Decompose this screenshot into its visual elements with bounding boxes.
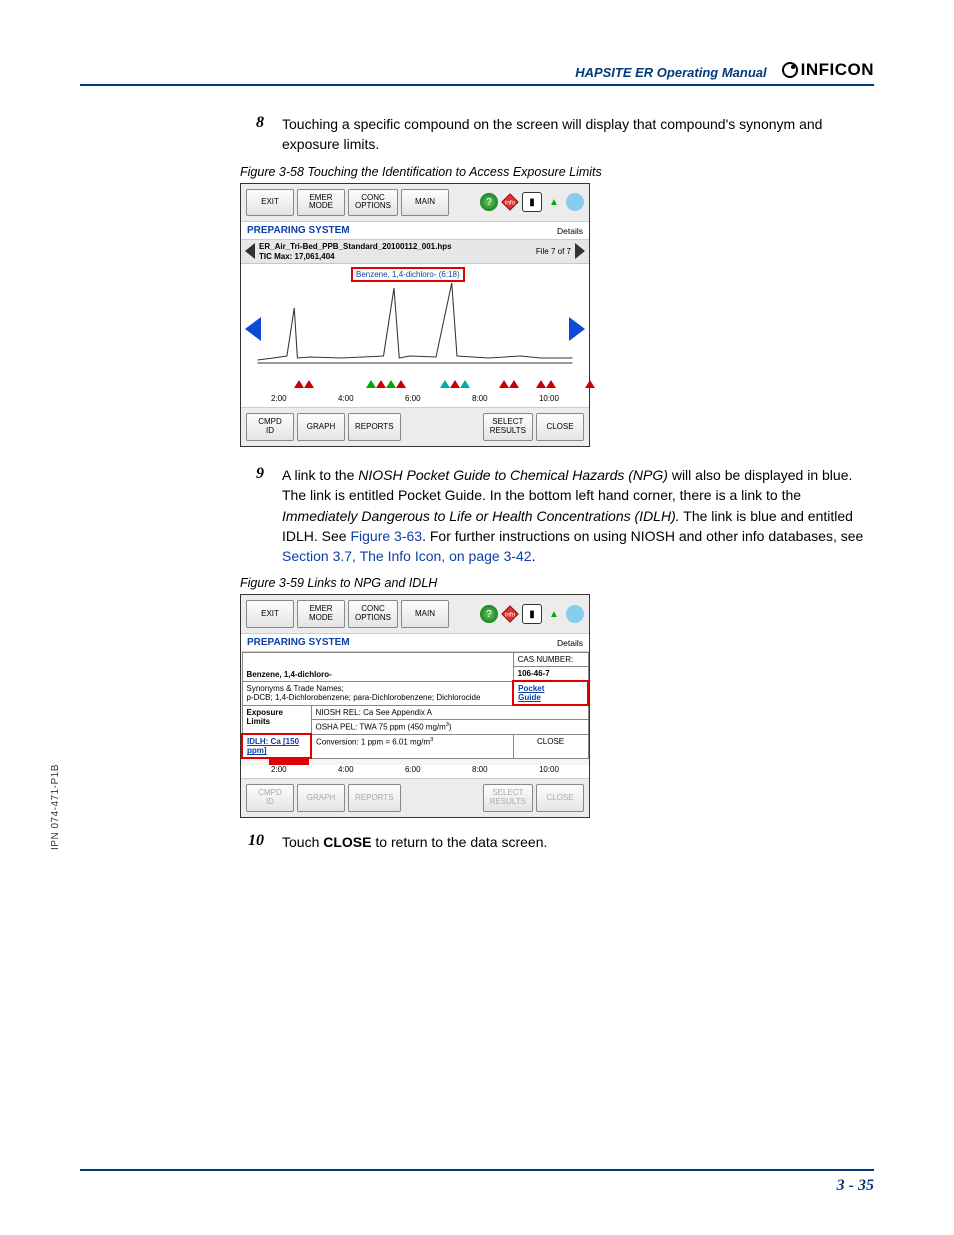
osha-pel: OSHA PEL: TWA 75 ppm (450 mg/m3) [311,720,588,735]
manual-title: HAPSITE ER Operating Manual [575,65,766,80]
status-text: PREPARING SYSTEM [247,637,350,648]
scroll-right-icon[interactable] [569,317,585,341]
conc-options-button[interactable]: CONC OPTIONS [348,600,398,628]
figure-58-ui: EXIT EMER MODE CONC OPTIONS MAIN ? info … [240,183,590,447]
pocket-guide-link[interactable]: Pocket Guide [513,681,588,705]
main-button[interactable]: MAIN [401,600,449,628]
help-icon[interactable]: ? [480,605,498,623]
select-results-button[interactable]: SELECT RESULTS [483,413,533,441]
toolbar: EXIT EMER MODE CONC OPTIONS MAIN ? info … [241,595,589,633]
battery-icon: ▮ [522,192,542,212]
tick: 10:00 [539,765,559,774]
conc-options-button[interactable]: CONC OPTIONS [348,189,398,217]
step-number: 10 [240,832,264,852]
svg-text:info: info [505,612,516,619]
exit-button[interactable]: EXIT [246,600,294,628]
chart-line [247,268,583,368]
x-axis: 2:00 4:00 6:00 8:00 10:00 [241,394,589,407]
exit-button[interactable]: EXIT [246,189,294,217]
figure-link[interactable]: Figure 3-63 [350,528,422,544]
chromatogram[interactable]: Benzene, 1,4-dichloro- (6:18) [241,264,589,394]
step-text: A link to the NIOSH Pocket Guide to Chem… [282,465,874,566]
tree-icon[interactable]: ▲ [545,605,563,623]
figure-59-ui: EXIT EMER MODE CONC OPTIONS MAIN ? info … [240,594,590,817]
toolbar: EXIT EMER MODE CONC OPTIONS MAIN ? info … [241,184,589,222]
tick: 8:00 [472,765,488,774]
conversion: Conversion: 1 ppm = 6.01 mg/m3 [311,734,513,758]
exposure-limits-label: Exposure Limits [242,705,311,734]
tick: 6:00 [405,394,421,403]
logo-icon [781,61,799,79]
step-text: Touching a specific compound on the scre… [282,114,874,155]
niosh-rel: NIOSH REL: Ca See Appendix A [311,705,588,720]
details-button[interactable]: Details [557,638,583,648]
figure-caption-59: Figure 3-59 Links to NPG and IDLH [240,576,874,590]
synonyms-value: p-DCB; 1,4-Dichlorobenzene; para-Dichlor… [247,693,509,702]
svg-text:info: info [505,200,516,207]
info-icon[interactable]: info [501,605,519,623]
info-icon[interactable]: info [501,193,519,211]
idlh-link[interactable]: IDLH: Ca [150 ppm] [242,734,311,758]
page-footer: 3 - 35 [80,1169,874,1195]
tick: 2:00 [271,394,287,403]
logo-text: INFICON [801,60,874,80]
status-text: PREPARING SYSTEM [247,225,350,236]
filename: ER_Air_Tri-Bed_PPB_Standard_20100112_001… [259,242,532,252]
x-axis: 2:00 4:00 6:00 8:00 10:00 [241,765,589,778]
tree-icon[interactable]: ▲ [545,193,563,211]
details-button[interactable]: Details [557,226,583,236]
tick: 2:00 [271,765,287,774]
close-button: CLOSE [536,784,584,812]
synonyms-label: Synonyms & Trade Names; [247,684,509,693]
graph-button[interactable]: GRAPH [297,413,345,441]
cas-number-value: 106-46-7 [513,667,588,682]
figure-caption-58: Figure 3-58 Touching the Identification … [240,165,874,179]
reports-button: REPORTS [348,784,401,812]
main-button[interactable]: MAIN [401,189,449,217]
step-8: 8 Touching a specific compound on the sc… [240,114,874,155]
tick: 10:00 [539,394,559,403]
page-number: 3 - 35 [837,1177,874,1195]
scroll-left-icon[interactable] [245,317,261,341]
step-10: 10 Touch CLOSE to return to the data scr… [240,832,874,852]
select-results-button: SELECT RESULTS [483,784,533,812]
file-counter: File 7 of 7 [536,247,571,256]
compound-name: Benzene, 1,4-dichloro- [247,670,332,679]
tick: 6:00 [405,765,421,774]
help-icon[interactable]: ? [480,193,498,211]
emer-mode-button[interactable]: EMER MODE [297,189,345,217]
close-button[interactable]: CLOSE [536,413,584,441]
cmpd-id-button: CMPD ID [246,784,294,812]
tick: 8:00 [472,394,488,403]
compound-info-panel: Benzene, 1,4-dichloro- CAS NUMBER: 106-4… [241,652,589,759]
peak-markers [271,380,559,392]
graph-button: GRAPH [297,784,345,812]
step-9: 9 A link to the NIOSH Pocket Guide to Ch… [240,465,874,566]
tick: 4:00 [338,765,354,774]
globe-icon[interactable] [566,193,584,211]
brand-logo: INFICON [781,60,874,80]
step-text: Touch CLOSE to return to the data screen… [282,832,547,852]
cas-number-label: CAS NUMBER: [513,653,588,667]
step-number: 8 [240,114,264,155]
step-number: 9 [240,465,264,566]
next-file-icon[interactable] [575,243,585,261]
globe-icon[interactable] [566,605,584,623]
prev-file-icon[interactable] [245,243,255,261]
tick: 4:00 [338,394,354,403]
reports-button[interactable]: REPORTS [348,413,401,441]
tic-max: TIC Max: 17,061,404 [259,252,532,262]
document-part-number: IPN 074-471-P1B [50,764,61,850]
header: HAPSITE ER Operating Manual INFICON [80,60,874,86]
emer-mode-button[interactable]: EMER MODE [297,600,345,628]
panel-close-button[interactable]: CLOSE [513,734,588,758]
cmpd-id-button[interactable]: CMPD ID [246,413,294,441]
peak-tooltip[interactable]: Benzene, 1,4-dichloro- (6:18) [351,267,465,282]
section-link[interactable]: Section 3.7, The Info Icon, on page 3-42 [282,548,532,564]
battery-icon: ▮ [522,604,542,624]
